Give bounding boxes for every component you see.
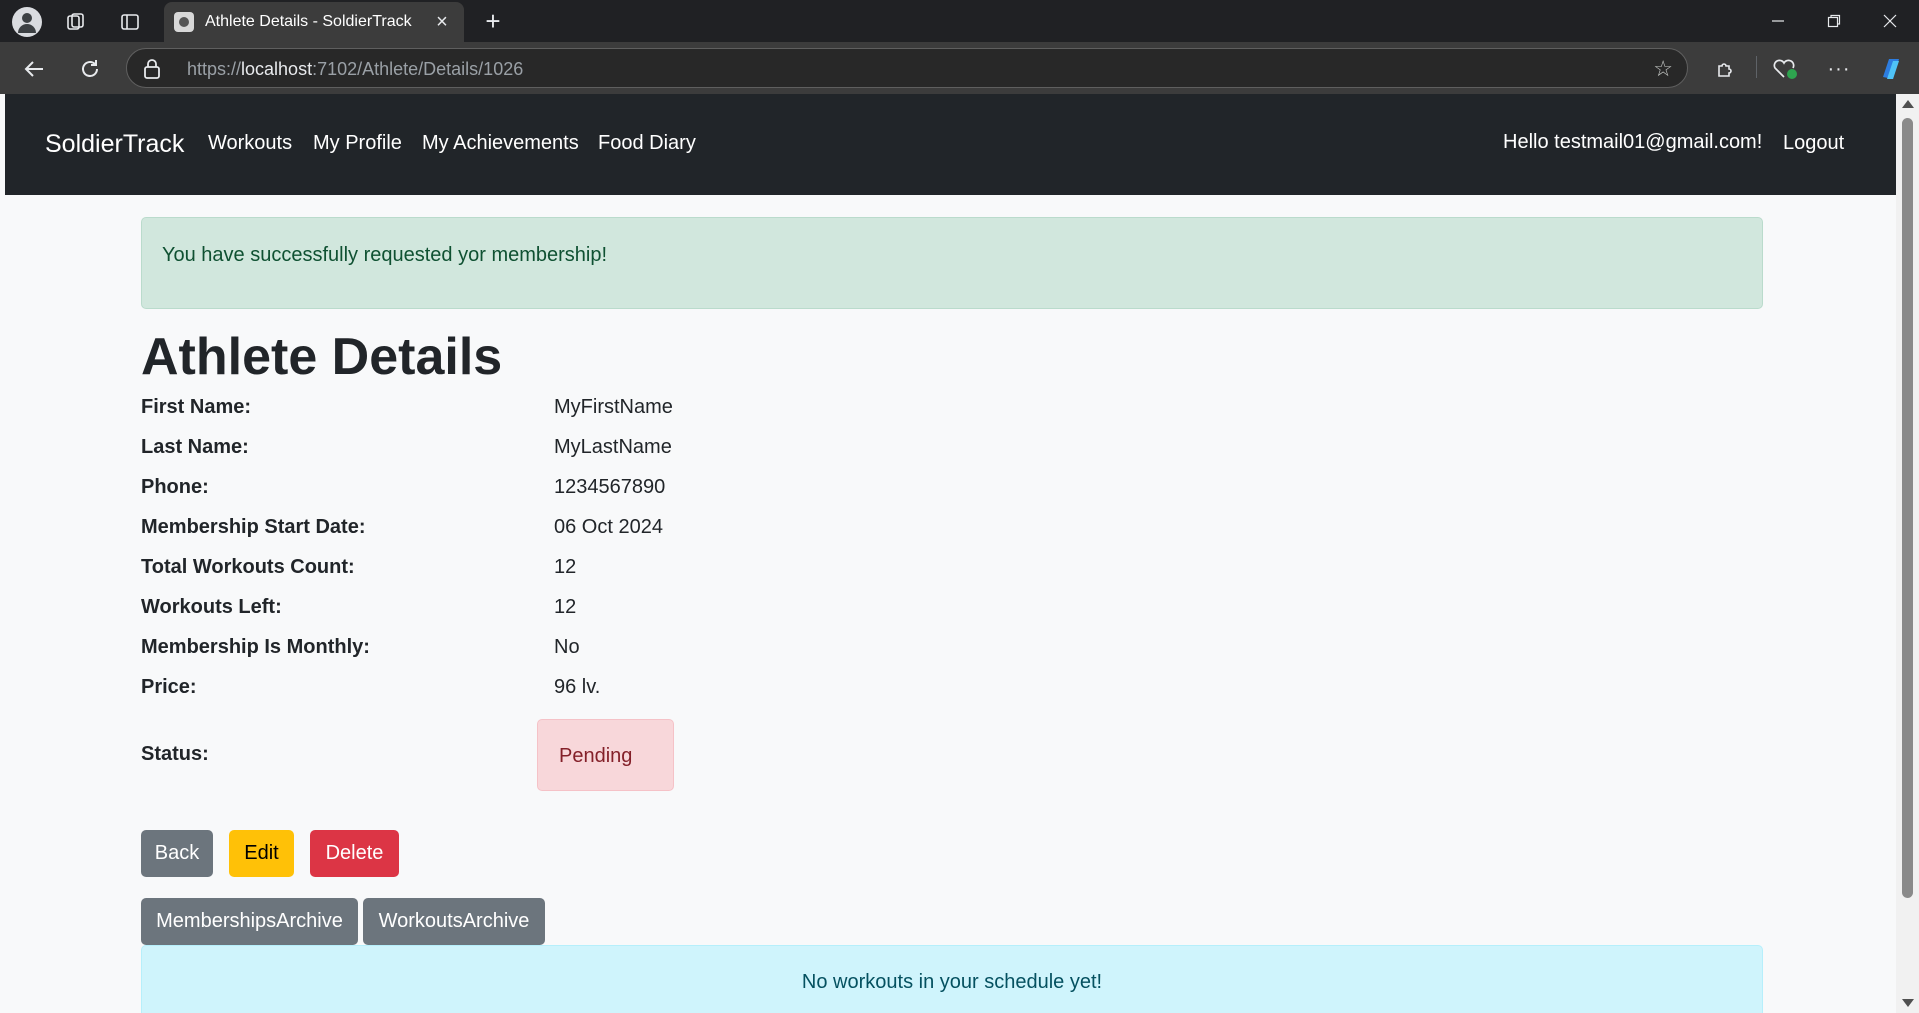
nav-link-workouts[interactable]: Workouts [208,132,292,155]
membership-start-date-value: 06 Oct 2024 [554,516,663,538]
nav-link-my-profile[interactable]: My Profile [313,132,402,155]
url-text: https://localhost:7102/Athlete/Details/1… [187,59,524,79]
status-badge: Pending [537,719,674,791]
price-value: 96 lv. [554,676,601,698]
minimize-icon[interactable] [1760,6,1796,36]
scrollbar-thumb[interactable] [1902,118,1913,898]
page-scrollbar[interactable] [1896,94,1919,1013]
back-arrow-icon[interactable] [18,53,50,85]
browser-tab-bar: Athlete Details - SoldierTrack × + [0,0,1919,42]
nav-link-my-achievements[interactable]: My Achievements [422,132,579,155]
reload-icon[interactable] [74,53,106,85]
extensions-icon[interactable] [1712,55,1740,83]
memberships-archive-button[interactable]: MembershipsArchive [141,898,358,945]
browser-toolbar: https://localhost:7102/Athlete/Details/1… [0,42,1919,94]
nav-link-food-diary[interactable]: Food Diary [598,132,696,155]
browser-tab-active[interactable]: Athlete Details - SoldierTrack × [164,2,464,42]
lock-icon[interactable] [143,59,163,79]
total-workouts-count-value: 12 [554,556,577,578]
edit-button[interactable]: Edit [229,830,294,877]
total-workouts-count-label: Total Workouts Count: [141,556,355,578]
first-name-value: MyFirstName [554,396,673,418]
scroll-down-arrow-icon[interactable] [1902,999,1914,1007]
first-name-label: First Name: [141,396,252,418]
tab-title: Athlete Details - SoldierTrack [205,13,412,30]
site-favicon-icon [174,12,194,32]
info-alert: No workouts in your schedule yet! [141,945,1763,1013]
restore-icon[interactable] [1816,6,1852,36]
price-label: Price: [141,676,197,698]
delete-button[interactable]: Delete [310,830,399,877]
success-alert-text: You have successfully requested yor memb… [162,244,608,266]
close-window-icon[interactable] [1872,6,1908,36]
browser-essentials-icon[interactable] [1770,55,1800,83]
copilot-icon[interactable] [1876,54,1906,84]
profile-avatar-icon[interactable] [12,7,42,37]
back-button[interactable]: Back [141,830,213,877]
phone-label: Phone: [141,476,209,498]
new-tab-icon[interactable]: + [478,6,508,36]
page-title: Athlete Details [141,328,503,386]
user-greeting[interactable]: Hello testmail01@gmail.com! [1503,131,1762,154]
info-alert-text: No workouts in your schedule yet! [801,971,1103,993]
navbar-brand[interactable]: SoldierTrack [45,130,184,159]
phone-value: 1234567890 [554,476,666,498]
logout-button[interactable]: Logout [1783,132,1844,155]
tab-close-icon[interactable]: × [432,12,452,32]
workouts-left-label: Workouts Left: [141,596,282,618]
membership-start-date-label: Membership Start Date: [141,516,366,538]
scroll-up-arrow-icon[interactable] [1902,100,1914,108]
favorite-star-icon[interactable]: ☆ [1653,56,1673,82]
site-navbar: SoldierTrack Workouts My Profile My Achi… [5,94,1896,195]
vertical-tabs-icon[interactable] [116,8,144,36]
workouts-left-value: 12 [554,596,577,618]
last-name-value: MyLastName [554,436,672,458]
last-name-label: Last Name: [141,436,249,458]
membership-is-monthly-label: Membership Is Monthly: [141,636,370,658]
workspaces-icon[interactable] [62,8,90,36]
more-menu-icon[interactable]: ··· [1824,55,1854,83]
toolbar-divider [1756,56,1757,78]
workouts-archive-button[interactable]: WorkoutsArchive [363,898,545,945]
success-alert: You have successfully requested yor memb… [141,217,1763,309]
status-label: Status: [141,743,209,765]
page-viewport: SoldierTrack Workouts My Profile My Achi… [5,94,1896,1013]
address-bar[interactable]: https://localhost:7102/Athlete/Details/1… [126,48,1688,88]
membership-is-monthly-value: No [554,636,580,658]
status-value: Pending [559,745,633,767]
